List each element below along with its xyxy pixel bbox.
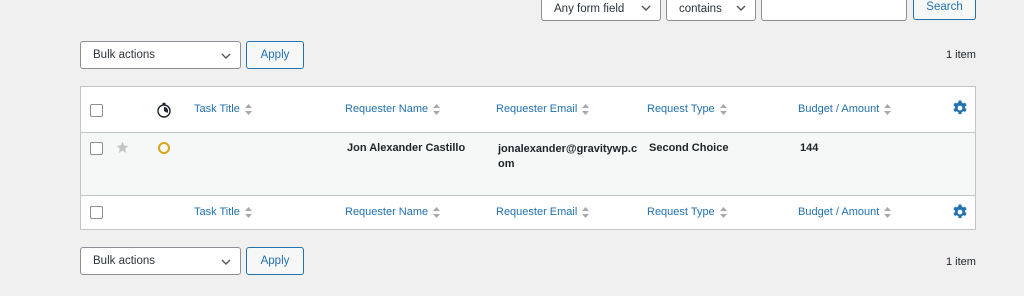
email-line-1: jonalexander@gravitywp.c: [498, 143, 638, 155]
select-all-checkbox-footer[interactable]: [90, 206, 103, 219]
entries-table: Task Title Requester Name Requester Emai…: [80, 86, 976, 230]
sort-icon: [884, 103, 892, 115]
column-requester-name-label: Requester Name: [345, 206, 429, 218]
chevron-down-icon: [221, 259, 231, 265]
search-button[interactable]: Search: [913, 0, 976, 20]
field-select-value: Any form field: [554, 2, 625, 15]
select-all-checkbox[interactable]: [90, 104, 103, 117]
search-input[interactable]: [761, 0, 907, 21]
sort-icon: [582, 206, 590, 218]
apply-button-label: Apply: [260, 255, 290, 267]
item-count-bottom: 1 item: [946, 256, 976, 268]
item-count-top: 1 item: [946, 49, 976, 61]
column-requester-email-label: Requester Email: [496, 103, 578, 115]
sort-icon: [433, 103, 441, 115]
column-budget-amount-label: Budget / Amount: [798, 103, 880, 115]
apply-button-top[interactable]: Apply: [246, 41, 304, 69]
bulk-actions-label: Bulk actions: [93, 255, 156, 267]
column-task-title[interactable]: Task Title: [194, 206, 252, 218]
column-requester-name[interactable]: Requester Name: [345, 103, 441, 115]
bulk-actions-label: Bulk actions: [93, 49, 156, 61]
column-requester-name-label: Requester Name: [345, 103, 429, 115]
column-task-title-label: Task Title: [194, 103, 240, 115]
cell-budget-amount: 144: [800, 142, 819, 154]
cell-request-type: Second Choice: [649, 142, 729, 154]
column-budget-amount[interactable]: Budget / Amount: [798, 103, 892, 115]
column-request-type-label: Request Type: [647, 103, 715, 115]
chevron-down-icon: [221, 53, 231, 59]
column-requester-email[interactable]: Requester Email: [496, 103, 590, 115]
gear-icon[interactable]: [952, 204, 968, 220]
field-select[interactable]: Any form field: [541, 0, 661, 21]
column-request-type-label: Request Type: [647, 206, 715, 218]
search-button-label: Search: [926, 1, 963, 13]
table-header-row: Task Title Requester Name Requester Emai…: [81, 87, 975, 133]
email-line-2: om: [498, 158, 515, 170]
stopwatch-icon: [157, 102, 171, 118]
star-icon[interactable]: [116, 141, 129, 154]
circle-icon[interactable]: [157, 141, 171, 155]
row-checkbox[interactable]: [90, 142, 103, 155]
column-task-title-label: Task Title: [194, 206, 240, 218]
table-row[interactable]: Jon Alexander Castillo jonalexander@grav…: [81, 133, 975, 195]
column-task-title[interactable]: Task Title: [194, 103, 252, 115]
cell-requester-email: jonalexander@gravitywp.c om: [498, 142, 637, 172]
table-footer-row: Task Title Requester Name Requester Emai…: [81, 195, 975, 230]
gear-icon[interactable]: [952, 100, 968, 116]
sort-icon: [582, 103, 590, 115]
chevron-down-icon: [736, 5, 746, 11]
column-requester-email-label: Requester Email: [496, 206, 578, 218]
column-budget-amount-label: Budget / Amount: [798, 206, 880, 218]
sort-icon: [433, 206, 441, 218]
column-budget-amount[interactable]: Budget / Amount: [798, 206, 892, 218]
cell-requester-name: Jon Alexander Castillo: [347, 142, 466, 154]
bulk-actions-select-top[interactable]: Bulk actions: [80, 41, 241, 69]
column-request-type[interactable]: Request Type: [647, 103, 727, 115]
operator-select[interactable]: contains: [666, 0, 756, 21]
sort-icon: [244, 206, 252, 218]
sort-icon: [244, 103, 252, 115]
column-request-type[interactable]: Request Type: [647, 206, 727, 218]
sort-icon: [884, 206, 892, 218]
column-requester-email[interactable]: Requester Email: [496, 206, 590, 218]
apply-button-label: Apply: [260, 49, 290, 61]
apply-button-bottom[interactable]: Apply: [246, 247, 304, 275]
operator-select-value: contains: [679, 2, 722, 15]
sort-icon: [719, 103, 727, 115]
column-requester-name[interactable]: Requester Name: [345, 206, 441, 218]
chevron-down-icon: [641, 5, 651, 11]
bulk-actions-select-bottom[interactable]: Bulk actions: [80, 247, 241, 275]
sort-icon: [719, 206, 727, 218]
